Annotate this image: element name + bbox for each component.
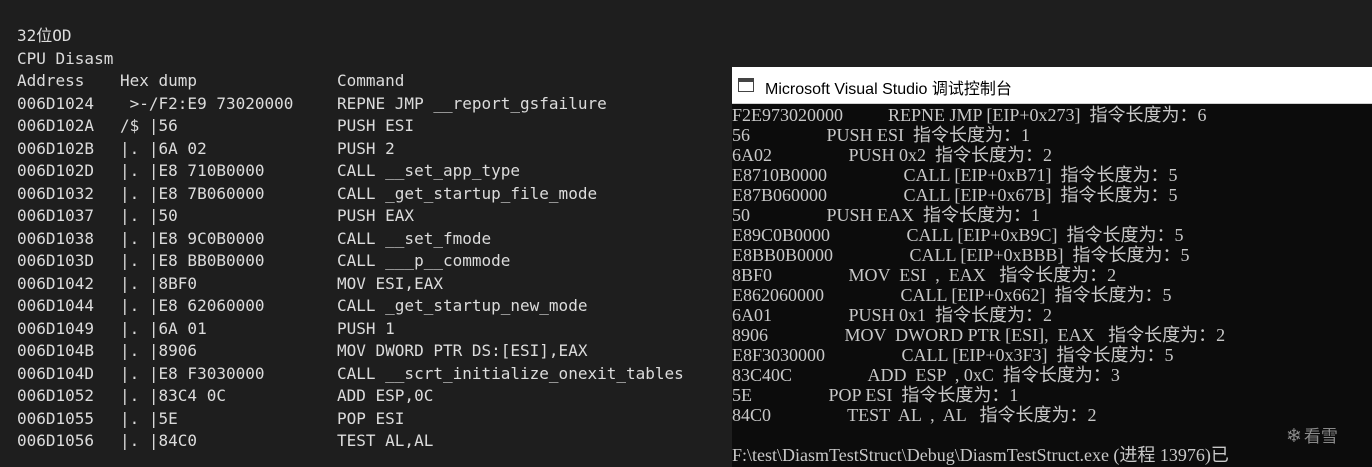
row-address: 006D1044 [17,296,95,315]
row-hex-dump: |. |6A 02 [120,138,207,158]
row-hex-dump: |. |5E [120,408,178,428]
console-line: 6A02 PUSH 0x2 指令长度为：2 [732,145,1053,165]
row-address: 006D1024 [17,93,95,113]
console-line: F:\test\DiasmTestStruct\Debug\DiasmTestS… [732,445,1229,465]
disasm-panel: 32位OD CPU Disasm Address Hex dump Comman… [0,0,732,467]
row-address: 006D103D [17,251,95,270]
disasm-row[interactable]: 006D102A /$ |56 PUSH ESI [0,115,732,138]
column-header-address[interactable]: Address [17,70,84,93]
row-command: MOV ESI,EAX [337,273,443,293]
row-hex-dump: |. |8BF0 [120,273,198,293]
console-line: E87B060000 CALL [EIP+0x67B] 指令长度为：5 [732,185,1178,205]
row-address: 006D1038 [17,228,95,248]
row-hex-dump: |. |E8 F3030000 [120,363,265,383]
disasm-row[interactable]: 006D104B |. |8906 MOV DWORD PTR DS:[ESI],E… [0,340,732,363]
watermark-text: 看雪 [1303,427,1338,447]
row-hex-dump: |. |83C4 0C [120,386,226,405]
console-line: F2E973020000 REPNE JMP [EIP+0x273] 指令长度为… [732,105,1207,125]
debug-console-window: Microsoft Visual Studio 调试控制台 F2E9730200… [732,67,1372,467]
row-address: 006D1055 [17,408,95,428]
row-command: REPNE JMP __report_gsfailure [337,93,607,113]
disasm-row[interactable]: 006D104D |. |E8 F3030000 CALL __scrt_initi… [0,363,732,386]
disasm-row[interactable]: 006D1055 |. |5E POP ESI [0,408,732,431]
row-hex-dump: |. |50 [120,206,178,225]
row-hex-dump: >-/F2:E9 73020000 [120,93,294,113]
disasm-row[interactable]: 006D103D |. |E8 BB0B0000 CALL ___p__commod… [0,250,732,273]
disasm-row[interactable]: 006D1038 |. |E8 9C0B0000 CALL __set_fmode [0,228,732,251]
row-hex-dump: |. |E8 BB0B0000 [120,251,265,270]
row-hex-dump: |. |8906 [120,341,198,360]
console-line: 50 PUSH EAX 指令长度为：1 [732,205,1041,225]
disasm-row[interactable]: 006D1056 |. |84C0 TEST AL,AL [0,430,732,453]
disasm-row[interactable]: 006D1042 |. |8BF0 MOV ESI,EAX [0,273,732,296]
disasm-row[interactable]: 006D1037 |. |50 PUSH EAX [0,205,732,228]
column-header-row: Address Hex dump Command [0,70,732,93]
row-command: CALL _get_startup_file_mode [337,183,598,203]
column-header-command[interactable]: Command [337,70,404,93]
row-hex-dump: |. |E8 7B060000 [120,183,265,203]
row-command: PUSH 2 [337,138,395,158]
panel-title: 32位OD [17,26,72,45]
console-line: 8906 MOV DWORD PTR [ESI], EAX 指令长度为：2 [732,325,1226,345]
row-command: CALL __set_fmode [337,228,492,248]
console-line: 8BF0 MOV ESI , EAX 指令长度为：2 [732,265,1117,285]
console-line: 56 PUSH ESI 指令长度为：1 [732,125,1031,145]
row-address: 006D102B [17,138,95,158]
console-titlebar[interactable]: Microsoft Visual Studio 调试控制台 [732,67,1372,104]
row-command: CALL ___p__commode [337,251,511,270]
row-command: PUSH ESI [337,116,415,135]
row-hex-dump: |. |6A 01 [120,318,207,338]
disasm-row[interactable]: 006D1044 |. |E8 62060000 CALL _get_startup… [0,295,732,318]
console-line: E8BB0B0000 CALL [EIP+0xBBB] 指令长度为：5 [732,245,1190,265]
row-command: PUSH EAX [337,206,415,225]
row-address: 006D102D [17,161,95,180]
row-address: 006D104B [17,341,95,360]
row-command: TEST AL,AL [337,431,434,450]
console-line: E8F3030000 CALL [EIP+0x3F3] 指令长度为：5 [732,345,1174,365]
console-window-icon [738,78,754,92]
console-title: Microsoft Visual Studio 调试控制台 [765,81,1012,98]
panel-subtitle: CPU Disasm [17,49,114,68]
row-address: 006D1056 [17,431,95,450]
row-hex-dump: |. |84C0 [120,431,198,450]
row-command: MOV DWORD PTR DS:[ESI],EAX [337,341,588,360]
row-command: CALL __scrt_initialize_onexit_tables [337,363,684,383]
row-hex-dump: |. |E8 710B0000 [120,161,265,180]
row-address: 006D1042 [17,273,95,293]
snowflake-icon: ❄ [1286,425,1302,447]
console-line: E8710B0000 CALL [EIP+0xB71] 指令长度为：5 [732,165,1178,185]
row-hex-dump: |. |E8 62060000 [120,296,265,315]
disasm-row[interactable]: 006D102D |. |E8 710B0000 CALL __set_app_ty… [0,160,732,183]
disasm-row[interactable]: 006D102B |. |6A 02 PUSH 2 [0,138,732,161]
disasm-row[interactable]: 006D1052 |. |83C4 0C ADD ESP,0C [0,385,732,408]
console-line: 84C0 TEST AL , AL 指令长度为：2 [732,405,1097,425]
console-line: E89C0B0000 CALL [EIP+0xB9C] 指令长度为：5 [732,225,1184,245]
row-address: 006D1032 [17,183,95,203]
row-command: PUSH 1 [337,318,395,338]
row-command: CALL __set_app_type [337,161,521,180]
row-command: POP ESI [337,408,405,428]
column-header-hex[interactable]: Hex dump [120,70,197,93]
row-address: 006D102A [17,116,95,135]
disasm-row[interactable]: 006D1032 |. |E8 7B060000 CALL _get_startup… [0,183,732,206]
row-address: 006D104D [17,363,95,383]
disasm-row[interactable]: 006D1024 >-/F2:E9 73020000 REPNE JMP __re… [0,93,732,116]
row-address: 006D1049 [17,318,95,338]
disasm-row[interactable]: 006D1049 |. |6A 01 PUSH 1 [0,318,732,341]
console-line: 83C40C ADD ESP , 0xC 指令长度为：3 [732,365,1120,385]
row-hex-dump: |. |E8 9C0B0000 [120,228,265,248]
console-line: 6A01 PUSH 0x1 指令长度为：2 [732,305,1053,325]
console-line: 5E POP ESI 指令长度为：1 [732,385,1019,405]
row-hex-dump: /$ |56 [120,116,178,135]
row-address: 006D1052 [17,386,95,405]
row-address: 006D1037 [17,206,95,225]
row-command: CALL _get_startup_new_mode [337,296,588,315]
watermark: ❄ 看雪 [1286,422,1338,447]
console-line: E862060000 CALL [EIP+0x662] 指令长度为：5 [732,285,1172,305]
row-command: ADD ESP,0C [337,386,434,405]
